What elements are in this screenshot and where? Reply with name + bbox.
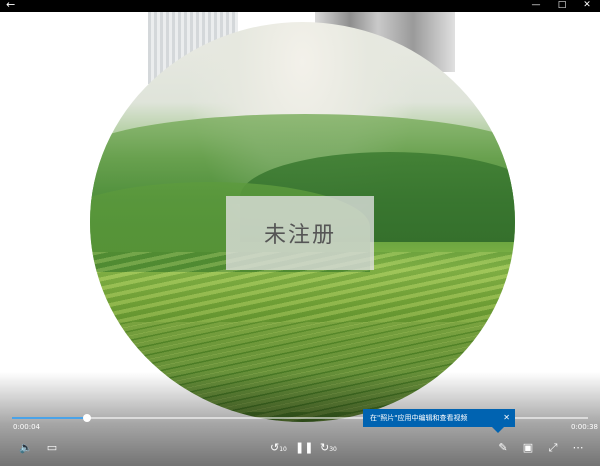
toast-text: 在"照片"应用中编辑和查看视频 bbox=[370, 414, 468, 422]
fullscreen-icon[interactable]: ⤢ bbox=[545, 442, 561, 454]
skip-forward-label: 30 bbox=[329, 446, 337, 453]
mini-view-icon[interactable]: ▣ bbox=[520, 442, 536, 454]
watermark-text: 未注册 bbox=[263, 223, 336, 248]
title-bar: ← — □ ✕ bbox=[0, 0, 600, 12]
maximize-icon[interactable]: □ bbox=[553, 0, 571, 12]
close-icon[interactable]: ✕ bbox=[578, 0, 596, 12]
pause-icon[interactable]: ❚❚ bbox=[295, 442, 313, 454]
video-stage[interactable]: 未注册 0:00:04 0:00:38 在"照片"应用中编辑和查看视频 ✕ 🔈 … bbox=[0, 12, 600, 466]
skip-back-label: 10 bbox=[279, 446, 287, 453]
current-time: 0:00:04 bbox=[13, 423, 40, 431]
skip-back-button[interactable]: ↺10 bbox=[270, 442, 287, 456]
seek-bar-thumb[interactable] bbox=[82, 414, 91, 422]
back-arrow-icon[interactable]: ← bbox=[6, 0, 15, 12]
volume-icon[interactable]: 🔈 bbox=[18, 442, 34, 454]
total-time: 0:00:38 bbox=[571, 423, 598, 431]
edit-pencil-icon[interactable]: ✎ bbox=[495, 442, 511, 454]
minimize-icon[interactable]: — bbox=[527, 0, 545, 12]
toast-close-icon[interactable]: ✕ bbox=[503, 409, 510, 427]
seek-bar-progress bbox=[12, 417, 87, 419]
unregistered-watermark: 未注册 bbox=[226, 196, 374, 270]
skip-forward-button[interactable]: ↻30 bbox=[320, 442, 337, 456]
photos-app-toast[interactable]: 在"照片"应用中编辑和查看视频 ✕ bbox=[363, 409, 515, 433]
captions-icon[interactable]: ▭ bbox=[44, 442, 60, 454]
toast-pointer bbox=[492, 427, 504, 433]
more-options-icon[interactable]: ⋯ bbox=[570, 442, 586, 454]
